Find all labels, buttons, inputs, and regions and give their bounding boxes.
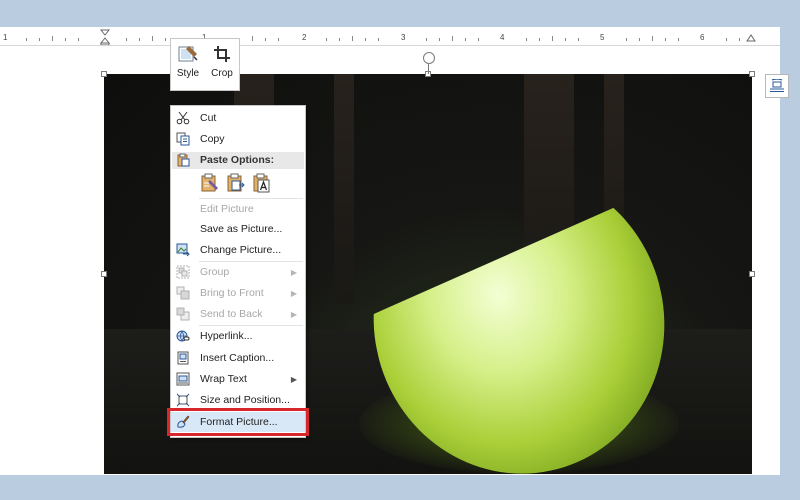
rotate-handle-icon[interactable] (423, 52, 435, 64)
menu-item-edit-picture[interactable]: Edit Picture (171, 199, 305, 219)
menu-item-send-to-back[interactable]: Send to Back ▶ (171, 304, 305, 324)
scissors-icon (176, 111, 190, 125)
menu-item-copy[interactable]: Copy (171, 129, 305, 149)
menu-item-save-as-picture[interactable]: Save as Picture... (171, 219, 305, 239)
submenu-arrow-icon: ▶ (290, 267, 297, 277)
ruler-number: 2 (302, 33, 307, 42)
paste-keep-text-only-icon[interactable] (251, 172, 273, 194)
menu-item-hyperlink[interactable]: Hyperlink... (171, 326, 305, 346)
submenu-arrow-icon: ▶ (290, 288, 297, 298)
mini-toolbar: Style Crop (170, 38, 240, 91)
style-label: Style (176, 68, 200, 79)
style-button[interactable]: Style (171, 39, 205, 90)
resize-handle[interactable] (749, 71, 755, 77)
ruler-number: 3 (401, 33, 406, 42)
resize-handle[interactable] (101, 271, 107, 277)
menu-label: Send to Back (200, 308, 263, 320)
menu-item-insert-caption[interactable]: Insert Caption... (171, 348, 305, 368)
bring-to-front-icon (176, 286, 190, 300)
menu-label: Bring to Front (200, 287, 264, 299)
group-icon (176, 265, 190, 279)
menu-item-bring-to-front[interactable]: Bring to Front ▶ (171, 283, 305, 303)
menu-label: Edit Picture (200, 203, 254, 215)
resize-handle[interactable] (749, 271, 755, 277)
menu-label: Wrap Text (200, 373, 247, 385)
menu-label: Hyperlink... (200, 330, 253, 342)
context-menu: Cut Copy Paste Options: Edit Picture Sav… (170, 105, 306, 438)
send-to-back-icon (176, 307, 190, 321)
menu-item-cut[interactable]: Cut (171, 108, 305, 128)
menu-label: Copy (200, 133, 225, 145)
crop-icon (214, 46, 230, 62)
ruler-number: 5 (600, 33, 605, 42)
picture-style-icon (178, 46, 198, 62)
size-and-position-icon (176, 393, 190, 407)
menu-label: Group (200, 266, 230, 278)
clipboard-icon (176, 153, 190, 170)
rotation-line (428, 64, 429, 74)
copy-icon (176, 132, 190, 146)
ruler-track: 1 1 2 3 4 5 6 (3, 31, 752, 42)
paste-keep-source-formatting-icon[interactable] (199, 172, 221, 194)
menu-label: Save as Picture... (200, 223, 283, 235)
right-indent-marker-icon[interactable] (746, 34, 756, 42)
menu-label: Size and Position... (200, 394, 290, 406)
paste-options-header: Paste Options: (172, 152, 304, 169)
paste-merge-formatting-icon[interactable] (225, 172, 247, 194)
ruler-number: 1 (3, 33, 8, 42)
first-line-indent-marker-icon[interactable] (100, 29, 110, 45)
menu-item-wrap-text[interactable]: Wrap Text ▶ (171, 369, 305, 389)
paste-options-row (199, 172, 279, 196)
layout-options-icon (770, 79, 784, 92)
highlight-box (167, 408, 309, 436)
submenu-arrow-icon: ▶ (290, 309, 297, 319)
paste-options-label: Paste Options: (200, 154, 275, 166)
wrap-text-icon (176, 372, 190, 386)
change-picture-icon (176, 243, 190, 257)
crop-button[interactable]: Crop (205, 39, 239, 90)
ruler-number: 6 (700, 33, 705, 42)
menu-label: Change Picture... (200, 244, 282, 256)
crop-label: Crop (211, 68, 233, 79)
layout-options-button[interactable] (765, 74, 789, 98)
insert-caption-icon (176, 351, 190, 365)
hyperlink-icon (176, 329, 190, 343)
menu-item-group[interactable]: Group ▶ (171, 262, 305, 282)
menu-item-change-picture[interactable]: Change Picture... (171, 240, 305, 260)
submenu-arrow-icon: ▶ (290, 374, 297, 384)
menu-label: Cut (200, 112, 217, 124)
horizontal-ruler[interactable]: 1 1 2 3 4 5 6 (0, 27, 780, 46)
resize-handle[interactable] (101, 71, 107, 77)
menu-item-size-and-position[interactable]: Size and Position... (171, 390, 305, 410)
background-panel (334, 74, 354, 304)
menu-label: Insert Caption... (200, 352, 275, 364)
ruler-number: 4 (500, 33, 505, 42)
